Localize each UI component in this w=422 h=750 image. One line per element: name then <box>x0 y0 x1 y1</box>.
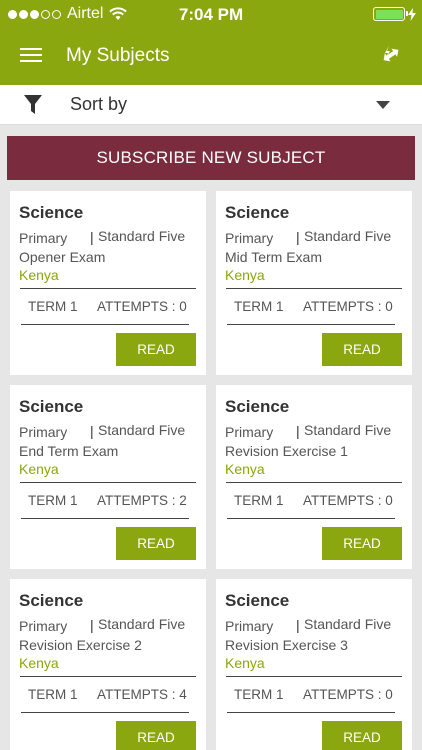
subject-name: Science <box>225 397 290 416</box>
subject-name: Science <box>225 591 290 610</box>
level-separator: | <box>90 617 94 633</box>
subject-name: Science <box>225 203 290 222</box>
read-button[interactable]: READ <box>322 333 402 366</box>
exam-name: Opener Exam <box>19 249 106 265</box>
country-label: Kenya <box>19 461 59 477</box>
subject-name: Science <box>19 397 84 416</box>
level-separator: | <box>296 617 300 633</box>
subject-name: Science <box>19 203 84 222</box>
term-label: TERM 1 <box>234 493 284 508</box>
divider <box>21 324 189 325</box>
battery-icon <box>373 7 416 21</box>
standard-label: Standard Five <box>304 228 392 244</box>
country-label: Kenya <box>19 655 59 671</box>
exam-name: Revision Exercise 2 <box>19 637 142 653</box>
app-bar: Airtel 7:04 PM My Subjects <box>0 0 422 85</box>
term-label: TERM 1 <box>28 299 78 314</box>
divider <box>20 288 196 289</box>
attempts-count: ATTEMPTS : 2 <box>97 493 187 508</box>
level-separator: | <box>90 229 94 245</box>
divider <box>227 518 395 519</box>
read-button[interactable]: READ <box>116 527 196 560</box>
status-time: 7:04 PM <box>178 5 244 24</box>
subject-card: Science Primary | Standard Five End Term… <box>10 385 206 569</box>
level-label: Primary <box>19 230 68 246</box>
sort-label[interactable]: Sort by <box>70 94 127 115</box>
exam-name: Mid Term Exam <box>225 249 322 265</box>
subject-card: Science Primary | Standard Five Opener E… <box>10 191 206 375</box>
level-label: Primary <box>19 424 68 440</box>
subject-card: Science Primary | Standard Five Revision… <box>216 579 412 750</box>
exam-name: End Term Exam <box>19 443 119 459</box>
attempts-count: ATTEMPTS : 0 <box>303 687 393 702</box>
level-label: Primary <box>225 424 274 440</box>
subject-card: Science Primary | Standard Five Revision… <box>216 385 412 569</box>
filter-icon[interactable] <box>24 95 42 115</box>
attempts-count: ATTEMPTS : 4 <box>97 687 187 702</box>
charging-bolt-icon <box>408 7 416 21</box>
read-button[interactable]: READ <box>116 333 196 366</box>
sort-bar[interactable]: Sort by <box>0 85 422 125</box>
divider <box>21 712 189 713</box>
divider <box>226 288 402 289</box>
standard-label: Standard Five <box>98 228 186 244</box>
term-label: TERM 1 <box>234 299 284 314</box>
exam-name: Revision Exercise 3 <box>225 637 348 653</box>
divider <box>227 712 395 713</box>
term-label: TERM 1 <box>28 493 78 508</box>
standard-label: Standard Five <box>98 616 186 632</box>
divider <box>21 518 189 519</box>
attempts-count: ATTEMPTS : 0 <box>303 299 393 314</box>
attempts-count: ATTEMPTS : 0 <box>97 299 187 314</box>
term-label: TERM 1 <box>28 687 78 702</box>
page-title: My Subjects <box>66 45 170 66</box>
subscribe-new-subject-button[interactable]: SUBSCRIBE NEW SUBJECT <box>7 136 415 180</box>
level-label: Primary <box>225 618 274 634</box>
subject-grid: Science Primary | Standard Five Opener E… <box>10 191 412 750</box>
country-label: Kenya <box>225 655 265 671</box>
read-button[interactable]: READ <box>322 721 402 750</box>
standard-label: Standard Five <box>98 422 186 438</box>
subject-card: Science Primary | Standard Five Revision… <box>10 579 206 750</box>
status-bar: Airtel 7:04 PM <box>0 0 422 30</box>
level-separator: | <box>296 229 300 245</box>
subject-name: Science <box>19 591 84 610</box>
swap-arrows-icon[interactable] <box>380 44 402 66</box>
divider <box>226 482 402 483</box>
level-separator: | <box>296 423 300 439</box>
divider <box>20 676 196 677</box>
read-button[interactable]: READ <box>322 527 402 560</box>
exam-name: Revision Exercise 1 <box>225 443 348 459</box>
country-label: Kenya <box>225 461 265 477</box>
country-label: Kenya <box>19 267 59 283</box>
country-label: Kenya <box>225 267 265 283</box>
divider <box>226 676 402 677</box>
divider <box>227 324 395 325</box>
read-button[interactable]: READ <box>116 721 196 750</box>
standard-label: Standard Five <box>304 616 392 632</box>
level-label: Primary <box>225 230 274 246</box>
divider <box>20 482 196 483</box>
level-separator: | <box>90 423 94 439</box>
subject-card: Science Primary | Standard Five Mid Term… <box>216 191 412 375</box>
attempts-count: ATTEMPTS : 0 <box>303 493 393 508</box>
chevron-down-icon[interactable] <box>376 101 390 109</box>
level-label: Primary <box>19 618 68 634</box>
standard-label: Standard Five <box>304 422 392 438</box>
hamburger-icon[interactable] <box>20 44 42 64</box>
term-label: TERM 1 <box>234 687 284 702</box>
